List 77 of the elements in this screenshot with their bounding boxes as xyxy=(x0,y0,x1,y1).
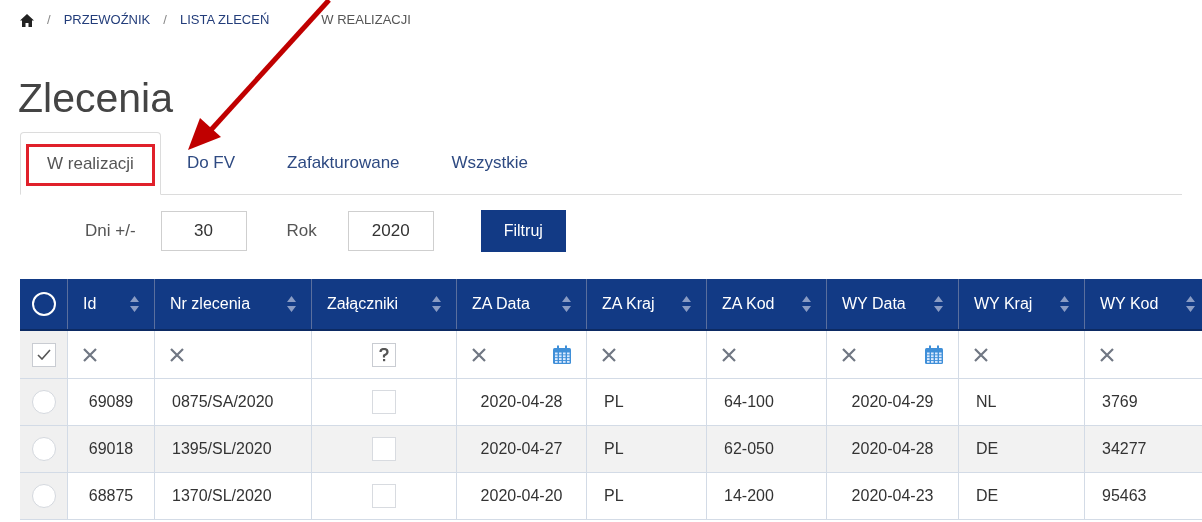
table-cell-text: 64-100 xyxy=(724,392,774,412)
sort-icon xyxy=(934,296,943,312)
clear-icon[interactable] xyxy=(721,346,737,363)
radio-button[interactable] xyxy=(31,437,56,461)
sort-icon xyxy=(562,296,571,312)
table-cell-text: 3769 xyxy=(1102,392,1138,412)
table-cell-text: NL xyxy=(976,392,997,412)
column-header[interactable]: WY Data xyxy=(827,279,959,329)
sort-icon xyxy=(682,296,691,312)
clear-icon[interactable] xyxy=(973,346,989,363)
year-field[interactable]: 2020 xyxy=(347,210,434,251)
table-cell-text: 0875/SA/2020 xyxy=(172,392,274,412)
tristate-checkbox[interactable] xyxy=(372,342,396,367)
breadcrumb-separator: / xyxy=(163,11,167,30)
column-header[interactable]: ZA Kraj xyxy=(587,279,707,329)
table-cell-text: 69018 xyxy=(88,439,134,459)
question-icon xyxy=(379,347,389,362)
table-cell-text: 2020-04-20 xyxy=(480,486,563,506)
check-icon xyxy=(36,349,51,360)
checkbox[interactable] xyxy=(31,342,56,367)
days-field[interactable]: 30 xyxy=(160,210,247,251)
attachment-checkbox[interactable] xyxy=(372,390,396,414)
radio-button[interactable] xyxy=(31,390,56,414)
table-cell-text: 2020-04-27 xyxy=(480,439,563,459)
tab[interactable]: Wszystkie xyxy=(425,132,555,194)
calendar-icon[interactable] xyxy=(552,344,572,365)
column-header[interactable]: Id xyxy=(68,279,155,329)
breadcrumb-link[interactable]: PRZEWOŹNIK xyxy=(63,10,151,30)
column-header[interactable]: Nr zlecenia xyxy=(155,279,312,329)
radio-button[interactable] xyxy=(31,484,56,508)
home-icon[interactable] xyxy=(20,13,34,27)
column-header[interactable]: Załączniki xyxy=(312,279,457,329)
table-cell-text: 14-200 xyxy=(724,486,774,506)
year-label: Rok xyxy=(286,219,317,242)
calendar-icon[interactable] xyxy=(924,344,944,365)
table-cell-text: 1370/SL/2020 xyxy=(172,486,272,506)
clear-icon[interactable] xyxy=(471,346,487,363)
page-title: Zlecenia xyxy=(18,74,173,122)
clear-icon[interactable] xyxy=(169,346,185,363)
sort-icon xyxy=(802,296,811,312)
tab[interactable]: W realizacji xyxy=(20,132,161,195)
table-cell-text: 2020-04-28 xyxy=(480,392,563,412)
sort-icon xyxy=(1186,296,1195,312)
filter-button[interactable]: Filtruj xyxy=(480,209,566,252)
table-cell-text: 2020-04-23 xyxy=(851,486,934,506)
breadcrumb-separator: / xyxy=(47,11,51,30)
table-cell-text: PL xyxy=(604,486,624,506)
table-cell-text: 95463 xyxy=(1102,486,1147,506)
table-cell-text: PL xyxy=(604,392,624,412)
sort-icon xyxy=(432,296,441,312)
tab[interactable]: Do FV xyxy=(160,132,262,194)
table-cell-text: 2020-04-29 xyxy=(851,392,934,412)
days-label: Dni +/- xyxy=(85,219,136,242)
sort-icon xyxy=(130,296,139,312)
breadcrumb-link[interactable]: LISTA ZLECEŃ xyxy=(179,10,270,30)
table-cell-text: 62-050 xyxy=(724,439,774,459)
clear-icon[interactable] xyxy=(1099,346,1115,363)
table-cell-text: DE xyxy=(976,439,999,459)
sort-icon xyxy=(287,296,296,312)
tab[interactable]: Zafakturowane xyxy=(261,132,426,194)
table-cell-text: 1395/SL/2020 xyxy=(172,439,272,459)
table-cell-text: 68875 xyxy=(88,486,134,506)
table-cell-text: DE xyxy=(976,486,999,506)
attachment-checkbox[interactable] xyxy=(372,437,396,461)
table-cell-text: PL xyxy=(604,439,624,459)
column-header[interactable]: WY Kraj xyxy=(959,279,1085,329)
table-cell-text: 69089 xyxy=(88,392,134,412)
column-header[interactable]: WY Kod xyxy=(1085,279,1202,329)
clear-icon[interactable] xyxy=(82,346,98,363)
column-header[interactable]: ZA Kod xyxy=(707,279,827,329)
table-cell-text: 34277 xyxy=(1102,439,1147,459)
table-cell-text: 2020-04-28 xyxy=(851,439,934,459)
clear-icon[interactable] xyxy=(601,346,617,363)
sort-icon xyxy=(1060,296,1069,312)
column-header[interactable]: ZA Data xyxy=(457,279,587,329)
attachment-checkbox[interactable] xyxy=(372,484,396,508)
clear-icon[interactable] xyxy=(841,346,857,363)
